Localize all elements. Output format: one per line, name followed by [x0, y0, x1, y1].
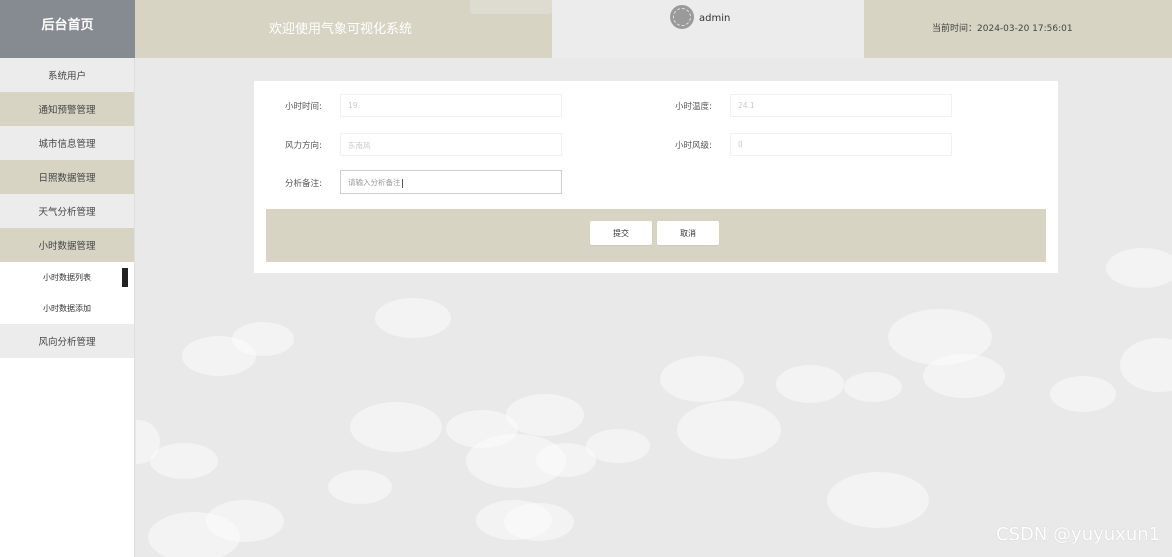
hour-time-label: 小时时间: [285, 102, 322, 112]
bg-bubble [776, 365, 844, 403]
avatar-icon [673, 8, 691, 26]
remark-input[interactable]: 请输入分析备注 [340, 170, 562, 194]
bg-bubble [827, 472, 929, 528]
welcome-text: 欢迎使用气象可视化系统 [269, 22, 413, 37]
avatar[interactable] [670, 5, 694, 29]
sidebar-item-label: 城市信息管理 [38, 139, 96, 150]
sidebar-item-system-users[interactable]: 系统用户 [0, 58, 134, 92]
sidebar-item-city-info[interactable]: 城市信息管理 [0, 126, 134, 160]
form-card: 小时时间: 19 小时温度: 24.1 风力方向: 东南风 小时风级: 0 分析… [254, 81, 1058, 273]
bg-bubble [1050, 376, 1116, 412]
bg-bubble [150, 443, 218, 479]
cancel-button[interactable]: 取消 [657, 221, 719, 245]
button-bar: 提交 取消 [266, 209, 1046, 262]
bg-bubble [923, 354, 1005, 398]
home-link[interactable]: 后台首页 [0, 0, 135, 58]
sidebar-item-label: 系统用户 [47, 71, 86, 82]
wind-direction-field[interactable]: 东南风 [340, 133, 562, 156]
hour-temperature-field[interactable]: 24.1 [730, 94, 952, 117]
sidebar-subitem-hourly-add[interactable]: 小时数据添加 [0, 293, 134, 324]
bg-bubble [586, 429, 650, 463]
remark-label: 分析备注: [285, 179, 322, 189]
time-value: 2024-03-20 17:56:01 [977, 24, 1073, 34]
bg-bubble [350, 402, 442, 452]
watermark: CSDN @yuyuxun1 [996, 524, 1161, 545]
bg-bubble [206, 500, 284, 542]
bg-bubble [504, 503, 574, 541]
submit-button[interactable]: 提交 [590, 221, 652, 245]
hour-time-field[interactable]: 19 [340, 94, 562, 117]
bg-bubble [232, 322, 294, 356]
sidebar-item-wind-analysis[interactable]: 风向分析管理 [0, 324, 134, 358]
bg-bubble [1106, 248, 1172, 288]
remark-placeholder: 请输入分析备注 [348, 178, 401, 187]
sidebar-item-label: 天气分析管理 [38, 207, 96, 218]
top-faint-button[interactable] [470, 0, 552, 14]
welcome-banner: 欢迎使用气象可视化系统 [135, 0, 552, 58]
bg-bubble [660, 356, 744, 402]
bg-bubble [375, 298, 451, 338]
bg-bubble [677, 401, 781, 459]
bg-bubble [506, 394, 584, 436]
wind-direction-label: 风力方向: [285, 141, 322, 151]
hour-temperature-label: 小时温度: [675, 102, 712, 112]
bg-bubble [844, 372, 902, 402]
sidebar-item-weather-analysis[interactable]: 天气分析管理 [0, 194, 134, 228]
sidebar-subitem-label: 小时数据列表 [43, 273, 91, 282]
text-cursor-icon [401, 178, 403, 188]
user-area: admin [552, 0, 864, 58]
sidebar-item-hourly-data[interactable]: 小时数据管理 [0, 228, 134, 262]
sidebar-item-label: 小时数据管理 [38, 241, 96, 252]
current-time: 当前时间：2024-03-20 17:56:01 [932, 21, 1073, 34]
bg-bubble [328, 470, 392, 504]
sidebar-subitem-hourly-list[interactable]: 小时数据列表 [0, 262, 134, 293]
username[interactable]: admin [699, 13, 730, 24]
hour-wind-level-label: 小时风级: [675, 141, 712, 151]
sidebar-subitem-label: 小时数据添加 [43, 304, 91, 313]
sidebar-item-label: 日照数据管理 [38, 173, 96, 184]
time-area: 当前时间：2024-03-20 17:56:01 [864, 0, 1172, 58]
top-header: 后台首页 欢迎使用气象可视化系统 admin 当前时间：2024-03-20 1… [0, 0, 1172, 58]
active-indicator [122, 268, 128, 287]
sidebar-item-label: 通知预警管理 [38, 105, 96, 116]
sidebar-item-sunshine-data[interactable]: 日照数据管理 [0, 160, 134, 194]
sidebar-item-label: 风向分析管理 [38, 337, 96, 348]
bg-bubble [1120, 338, 1172, 392]
sidebar-item-notifications[interactable]: 通知预警管理 [0, 92, 134, 126]
time-label: 当前时间： [932, 24, 978, 34]
hour-wind-level-field[interactable]: 0 [730, 133, 952, 156]
sidebar: 系统用户 通知预警管理 城市信息管理 日照数据管理 天气分析管理 小时数据管理 … [0, 58, 135, 557]
